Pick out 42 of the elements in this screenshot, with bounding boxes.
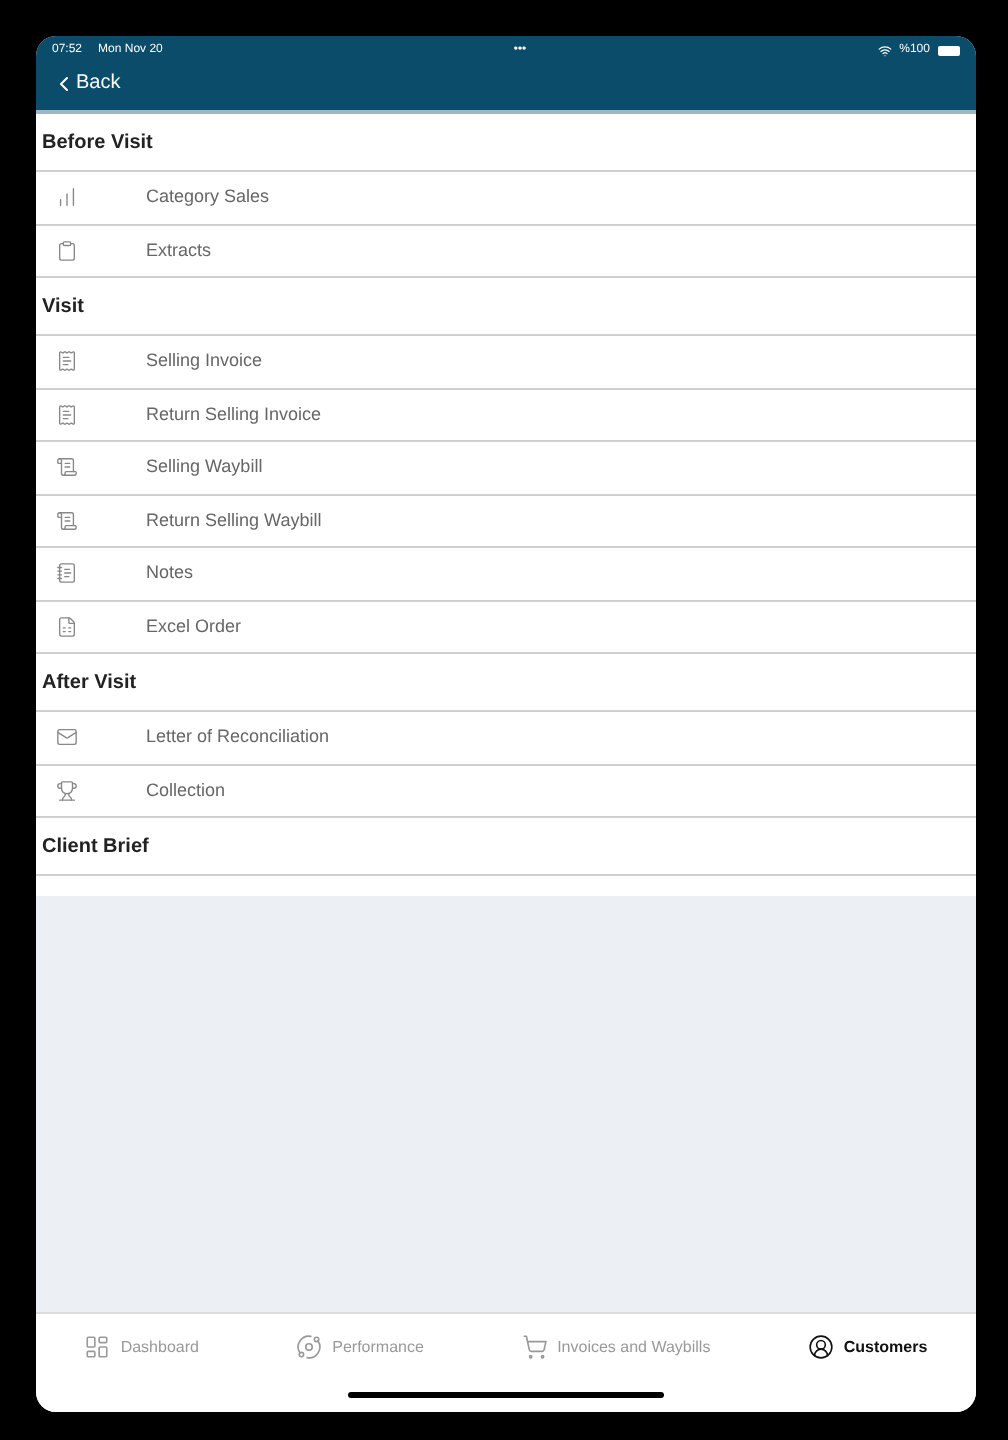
receipt-icon xyxy=(56,403,78,426)
section-header: Visit xyxy=(36,278,976,336)
menu-item[interactable]: Excel Order xyxy=(36,601,976,654)
menu-item[interactable]: Return Selling Waybill xyxy=(36,495,976,548)
receipt-icon xyxy=(56,350,78,373)
item-label: Extracts xyxy=(146,237,212,263)
item-label: Selling Waybill xyxy=(146,454,263,480)
menu-item[interactable]: Letter of Reconciliation xyxy=(36,712,976,765)
back-button[interactable]: Back xyxy=(52,68,121,98)
item-label: Excel Order xyxy=(146,613,242,639)
orbit-icon xyxy=(296,1334,323,1360)
trophy-icon xyxy=(56,779,78,802)
item-label: Notes xyxy=(146,560,194,586)
chart-icon xyxy=(56,186,78,209)
menu-item[interactable]: Return Selling Invoice xyxy=(36,389,976,442)
tab[interactable]: Customers xyxy=(807,1334,928,1360)
spreadsheet-icon xyxy=(56,615,78,638)
menu-item[interactable]: Category Sales xyxy=(36,172,976,225)
menu-item[interactable]: Notes xyxy=(36,548,976,601)
wifi-icon xyxy=(877,43,892,57)
envelope-icon xyxy=(56,726,78,749)
cart-icon xyxy=(521,1334,548,1360)
clipboard-icon xyxy=(56,239,78,262)
section-header: After Visit xyxy=(36,654,976,712)
item-label: Return Selling Invoice xyxy=(146,401,322,428)
menu-item[interactable]: Selling Invoice xyxy=(36,336,976,389)
item-label: Collection xyxy=(146,777,226,803)
item-label: Selling Invoice xyxy=(146,348,263,374)
menu-item[interactable]: Collection xyxy=(36,765,976,818)
scroll-icon xyxy=(56,456,78,479)
dashboard-icon xyxy=(84,1334,111,1360)
item-label: Category Sales xyxy=(146,184,270,210)
notebook-icon xyxy=(56,562,78,585)
user-icon xyxy=(807,1334,834,1360)
item-label: Return Selling Waybill xyxy=(146,507,322,534)
menu-item[interactable]: Extracts xyxy=(36,225,976,278)
section-header: Client Brief xyxy=(36,818,976,876)
battery-icon xyxy=(937,45,960,55)
section-header: Before Visit xyxy=(36,114,976,172)
item-label: Letter of Reconciliation xyxy=(146,724,330,750)
menu-item[interactable]: Selling Waybill xyxy=(36,442,976,495)
scroll-icon xyxy=(56,509,78,532)
